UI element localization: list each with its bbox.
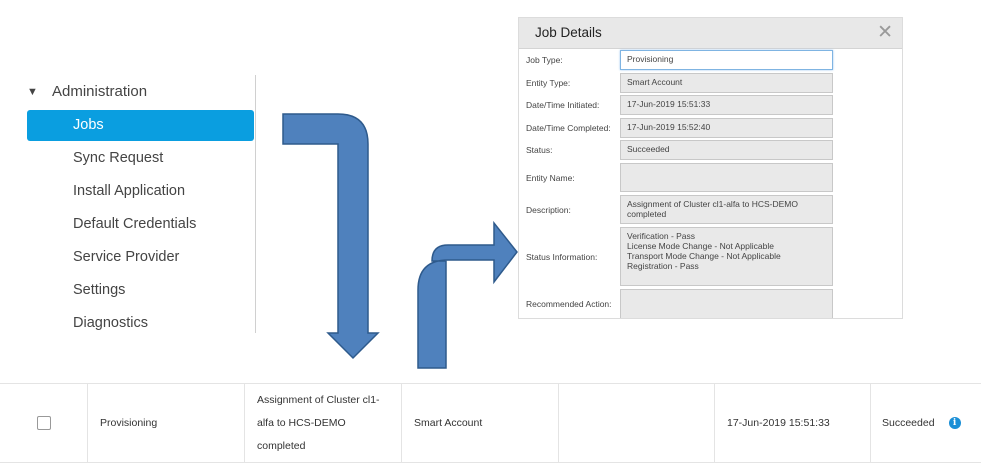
status-info-line: Registration - Pass <box>627 261 699 271</box>
description-line: completed <box>257 439 306 452</box>
row-checkbox[interactable] <box>36 416 51 430</box>
status-information-label: Status Information: <box>526 252 598 262</box>
dialog-title: Job Details <box>535 25 602 40</box>
date-cell: 17-Jun-2019 15:51:33 <box>714 384 870 462</box>
arrow-down-icon <box>282 113 380 360</box>
job-details-dialog: Job Details ✕ Job Type: Provisioning Ent… <box>518 17 903 319</box>
entity-name-cell <box>558 384 714 462</box>
description-line: completed <box>627 209 667 219</box>
sidebar-item-jobs[interactable]: Jobs <box>27 110 254 141</box>
description-label: Description: <box>526 205 571 215</box>
description-field[interactable]: Assignment of Cluster cl1-alfa to HCS-DE… <box>620 195 833 224</box>
job-type-cell: Provisioning <box>87 384 244 462</box>
administration-section-header[interactable]: ▼ Administration <box>27 83 147 100</box>
status-label: Status: <box>526 145 553 155</box>
section-title: Administration <box>52 83 148 100</box>
status-info-line: Transport Mode Change - Not Applicable <box>627 251 781 261</box>
date-completed-label: Date/Time Completed: <box>526 123 611 133</box>
sidebar-divider <box>255 75 256 333</box>
status-field[interactable]: Succeeded <box>620 140 833 160</box>
sidebar-item-settings[interactable]: Settings <box>27 275 254 306</box>
recommended-action-field[interactable] <box>620 289 833 318</box>
description-line: Assignment of Cluster cl1- <box>257 393 380 406</box>
job-type-field[interactable]: Provisioning <box>620 50 833 70</box>
description-cell: Assignment of Cluster cl1- alfa to HCS-D… <box>244 384 401 462</box>
entity-name-label: Entity Name: <box>526 173 575 183</box>
dialog-header: Job Details ✕ <box>519 18 902 49</box>
entity-type-cell: Smart Account <box>401 384 558 462</box>
sidebar-item-default-credentials[interactable]: Default Credentials <box>27 209 254 240</box>
entity-type-field[interactable]: Smart Account <box>620 73 833 93</box>
date-initiated-label: Date/Time Initiated: <box>526 100 600 110</box>
status-text: Succeeded <box>882 417 935 429</box>
admin-sidebar: ▼ Administration Jobs Sync Request Insta… <box>0 75 265 333</box>
row-select-cell <box>0 384 87 462</box>
status-cell: Succeeded i <box>870 384 981 462</box>
job-type-label: Job Type: <box>526 55 563 65</box>
entity-type-label: Entity Type: <box>526 78 571 88</box>
arrow-up-right-icon <box>417 220 518 369</box>
sidebar-item-sync-request[interactable]: Sync Request <box>27 143 254 174</box>
status-info-line: License Mode Change - Not Applicable <box>627 241 774 251</box>
caret-down-icon: ▼ <box>27 85 38 98</box>
date-completed-field[interactable]: 17-Jun-2019 15:52:40 <box>620 118 833 138</box>
sidebar-item-install-application[interactable]: Install Application <box>27 176 254 207</box>
description-line: alfa to HCS-DEMO <box>257 416 346 429</box>
date-initiated-field[interactable]: 17-Jun-2019 15:51:33 <box>620 95 833 115</box>
status-information-field[interactable]: Verification - Pass License Mode Change … <box>620 227 833 286</box>
sidebar-item-diagnostics[interactable]: Diagnostics <box>27 308 254 339</box>
info-icon[interactable]: i <box>948 417 961 429</box>
description-line: Assignment of Cluster cl1-alfa to HCS-DE… <box>627 199 798 209</box>
recommended-action-label: Recommended Action: <box>526 299 612 309</box>
close-icon[interactable]: ✕ <box>877 22 893 44</box>
entity-name-field[interactable] <box>620 163 833 192</box>
sidebar-item-service-provider[interactable]: Service Provider <box>27 242 254 273</box>
table-row[interactable]: Provisioning Assignment of Cluster cl1- … <box>0 383 981 463</box>
status-info-line: Verification - Pass <box>627 231 696 241</box>
